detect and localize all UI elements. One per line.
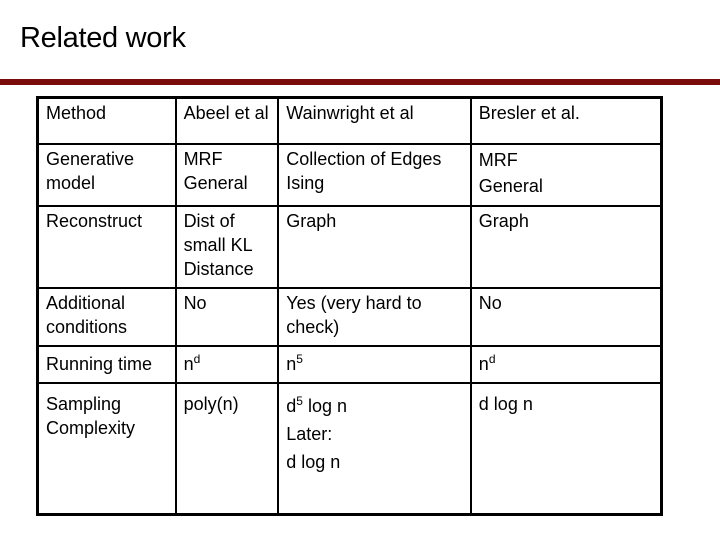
exponent: 5 — [296, 351, 303, 366]
row-label: Running time — [36, 344, 177, 384]
cell-wainwright: n5 — [277, 344, 472, 384]
cell-abbeel: MRF General — [174, 142, 280, 207]
exponent: d — [488, 351, 496, 366]
exponent: d — [193, 351, 201, 366]
table-row: Additional conditions No Yes (very hard … — [36, 286, 663, 347]
cell-bresler: No — [469, 286, 663, 347]
row-label: Additional conditions — [36, 286, 177, 347]
cell-line: d log n — [286, 451, 341, 472]
cell-line: d5 log n — [286, 392, 464, 420]
table-row: Generative model MRF General Collection … — [36, 142, 663, 207]
table-row: Running time nd n5 nd — [36, 344, 663, 384]
cell-bresler: d log n — [469, 381, 663, 516]
base: d — [286, 395, 297, 416]
cell-wainwright: d5 log n Later: d log n — [277, 381, 472, 516]
table-row: Reconstruct Dist of small KL Distance Gr… — [36, 204, 663, 289]
base: n — [286, 353, 297, 374]
exponent: 5 — [296, 393, 303, 408]
cell-abbeel: poly(n) — [174, 381, 280, 516]
table-header-row: Method Abeel et al Wainwright et al Bres… — [36, 96, 663, 145]
slide-title: Related work — [20, 22, 186, 54]
base: n — [478, 353, 489, 374]
table-row: Sampling Complexity poly(n) d5 log n Lat… — [36, 381, 663, 516]
cell-bresler: Graph — [469, 204, 663, 289]
header-cell-bresler: Bresler et al. — [469, 96, 663, 145]
rest: log n — [302, 395, 348, 416]
cell-line: General — [478, 175, 543, 196]
header-cell-wainwright: Wainwright et al — [277, 96, 472, 145]
cell-abbeel: Dist of small KL Distance — [174, 204, 280, 289]
cell-wainwright: Collection of Edges Ising — [277, 142, 472, 207]
cell-abbeel: nd — [174, 344, 280, 384]
row-label: Reconstruct — [36, 204, 177, 289]
header-cell-abbeel: Abeel et al — [174, 96, 280, 145]
title-divider — [0, 79, 720, 85]
cell-line: MRF — [478, 149, 518, 170]
header-cell-method: Method — [36, 96, 177, 145]
cell-wainwright: Graph — [277, 204, 472, 289]
cell-abbeel: No — [174, 286, 280, 347]
cell-bresler: MRF General — [469, 142, 663, 207]
cell-wainwright: Yes (very hard to check) — [277, 286, 472, 347]
row-label: Sampling Complexity — [36, 381, 177, 516]
row-label: Generative model — [36, 142, 177, 207]
comparison-table: Method Abeel et al Wainwright et al Bres… — [36, 96, 663, 516]
cell-line: Later: — [286, 423, 333, 444]
cell-bresler: nd — [469, 344, 663, 384]
base: n — [183, 353, 194, 374]
